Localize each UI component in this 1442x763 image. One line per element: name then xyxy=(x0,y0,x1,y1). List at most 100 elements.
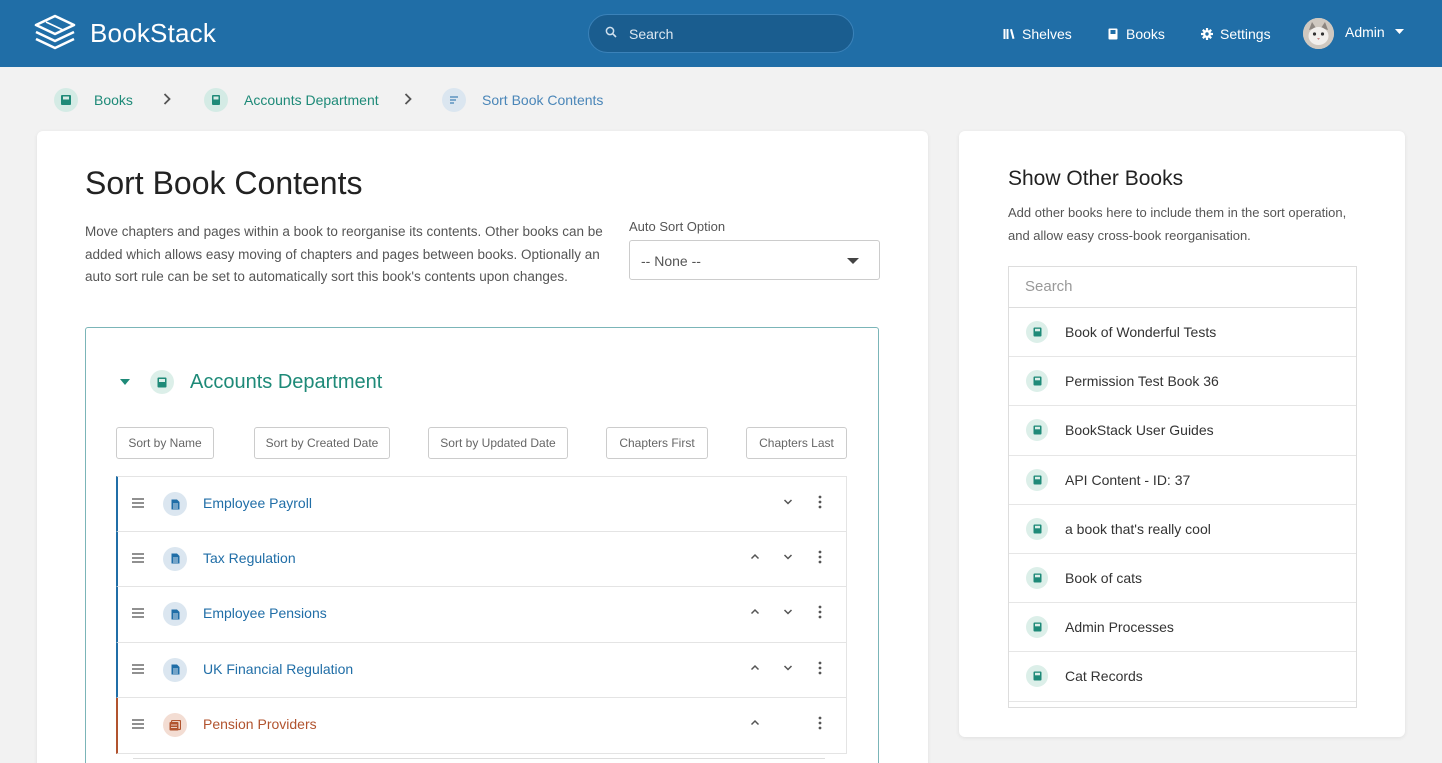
chapters-first-button[interactable]: Chapters First xyxy=(606,427,708,459)
item-label: Employee Pensions xyxy=(203,605,327,621)
move-up-icon[interactable] xyxy=(750,718,760,728)
caret-down-icon xyxy=(1394,29,1404,34)
other-book-item[interactable]: Book of Wonderful Tests xyxy=(1009,308,1356,358)
drag-handle-icon[interactable] xyxy=(132,719,144,729)
book-icon xyxy=(1026,517,1048,540)
sort-by-updated-button[interactable]: Sort by Updated Date xyxy=(428,427,568,459)
book-icon xyxy=(1026,321,1048,343)
book-sort-box: Accounts Department Sort by Name Sort by… xyxy=(85,327,879,763)
other-books-search-input[interactable]: Search xyxy=(1009,267,1356,308)
more-options-icon[interactable] xyxy=(818,661,822,675)
breadcrumb-books-label: Books xyxy=(94,92,133,108)
breadcrumb-sort[interactable]: Sort Book Contents xyxy=(442,88,603,112)
books-icon xyxy=(54,88,78,112)
user-name: Admin xyxy=(1345,24,1385,40)
move-up-icon[interactable] xyxy=(750,552,760,562)
other-book-label: Permission Test Book 36 xyxy=(1065,373,1219,390)
book-icon xyxy=(1026,566,1048,589)
auto-sort-select[interactable]: -- None -- xyxy=(629,240,880,280)
nav-books[interactable]: Books xyxy=(1107,24,1165,44)
other-book-item[interactable]: Book of cats xyxy=(1009,554,1356,604)
book-icon xyxy=(1108,28,1118,40)
auto-sort-label: Auto Sort Option xyxy=(629,219,726,234)
sort-card: Sort Book Contents Move chapters and pag… xyxy=(37,131,928,763)
nav-shelves[interactable]: Shelves xyxy=(1003,24,1072,44)
other-book-item[interactable]: a book that's really cool xyxy=(1009,505,1356,554)
book-icon xyxy=(1026,468,1048,491)
item-label: UK Financial Regulation xyxy=(203,660,354,677)
brand-name[interactable]: BookStack xyxy=(90,18,216,49)
other-book-label: API Content - ID: 37 xyxy=(1065,471,1191,488)
other-book-item[interactable]: API Content - ID: 37 xyxy=(1009,456,1356,505)
chevron-right-icon xyxy=(163,93,171,105)
list-item[interactable]: Employee Payroll xyxy=(116,476,847,532)
other-book-item[interactable]: BookStack User Guides xyxy=(1009,406,1356,456)
drag-handle-icon[interactable] xyxy=(132,498,144,508)
other-book-item[interactable]: Cat Records xyxy=(1009,652,1356,702)
page-icon xyxy=(163,602,187,626)
sort-by-created-button[interactable]: Sort by Created Date xyxy=(254,427,390,459)
list-item[interactable]: Pension Providers xyxy=(116,698,847,754)
bookstack-logo-icon[interactable] xyxy=(34,14,76,54)
item-label: Pension Providers xyxy=(203,716,317,732)
nav-books-label: Books xyxy=(1126,26,1165,42)
item-label: Employee Payroll xyxy=(203,495,312,511)
book-icon xyxy=(1026,616,1048,639)
auto-sort-value: -- None -- xyxy=(641,253,701,269)
gear-icon xyxy=(1201,28,1213,40)
nav-settings[interactable]: Settings xyxy=(1201,24,1271,44)
avatar[interactable] xyxy=(1303,18,1334,49)
drag-handle-icon[interactable] xyxy=(132,552,144,563)
book-toggle[interactable]: Accounts Department xyxy=(120,370,382,394)
other-book-label: Admin Processes xyxy=(1065,619,1174,636)
other-book-item[interactable]: Admin Processes xyxy=(1009,603,1356,653)
chapter-sublist-divider xyxy=(133,758,825,759)
sort-by-name-button[interactable]: Sort by Name xyxy=(116,427,214,459)
sort-list: Employee Payroll Tax Regulation Employee… xyxy=(116,476,847,754)
header-search[interactable] xyxy=(588,14,854,53)
move-down-icon[interactable] xyxy=(783,552,793,562)
chapters-last-button[interactable]: Chapters Last xyxy=(746,427,847,459)
search-input[interactable] xyxy=(629,23,839,45)
breadcrumb-book[interactable]: Accounts Department xyxy=(204,88,379,112)
move-down-icon[interactable] xyxy=(783,497,793,507)
search-icon xyxy=(605,26,617,38)
page-icon xyxy=(163,492,187,516)
more-options-icon[interactable] xyxy=(818,495,822,509)
breadcrumb-books[interactable]: Books xyxy=(54,88,133,112)
drag-handle-icon[interactable] xyxy=(132,608,144,618)
move-down-icon[interactable] xyxy=(783,663,793,673)
move-down-icon[interactable] xyxy=(783,607,793,617)
move-up-icon[interactable] xyxy=(750,607,760,617)
other-books-card: Show Other Books Add other books here to… xyxy=(959,131,1405,737)
book-name: Accounts Department xyxy=(190,370,383,393)
caret-down-icon xyxy=(847,258,859,264)
book-icon xyxy=(1026,665,1048,688)
more-options-icon[interactable] xyxy=(818,605,822,619)
other-book-item[interactable]: Permission Test Book 36 xyxy=(1009,357,1356,407)
other-books-description: Add other books here to include them in … xyxy=(1008,205,1347,243)
list-item[interactable]: Employee Pensions xyxy=(116,587,847,643)
list-item[interactable]: Tax Regulation xyxy=(116,531,847,587)
book-icon xyxy=(1026,419,1048,442)
other-book-label: BookStack User Guides xyxy=(1065,422,1214,439)
book-icon xyxy=(150,370,174,394)
top-header: BookStack Shelves Books S xyxy=(0,0,1442,67)
shelves-icon xyxy=(1003,29,1015,39)
book-icon xyxy=(204,88,228,112)
more-options-icon[interactable] xyxy=(818,550,822,564)
other-book-label: Cat Records xyxy=(1065,668,1143,685)
list-item[interactable]: UK Financial Regulation xyxy=(116,642,847,698)
page-title: Sort Book Contents xyxy=(85,165,363,201)
drag-handle-icon[interactable] xyxy=(132,663,144,674)
other-books-title: Show Other Books xyxy=(1008,167,1184,190)
move-up-icon[interactable] xyxy=(750,663,760,673)
other-book-label: Book of cats xyxy=(1065,569,1143,586)
more-options-icon[interactable] xyxy=(818,716,822,730)
caret-down-icon xyxy=(120,379,130,385)
page-icon xyxy=(163,657,187,682)
nav-shelves-label: Shelves xyxy=(1022,26,1072,42)
user-menu[interactable]: Admin xyxy=(1345,24,1404,40)
page-icon xyxy=(163,546,187,571)
cat-avatar-icon xyxy=(1303,18,1334,49)
